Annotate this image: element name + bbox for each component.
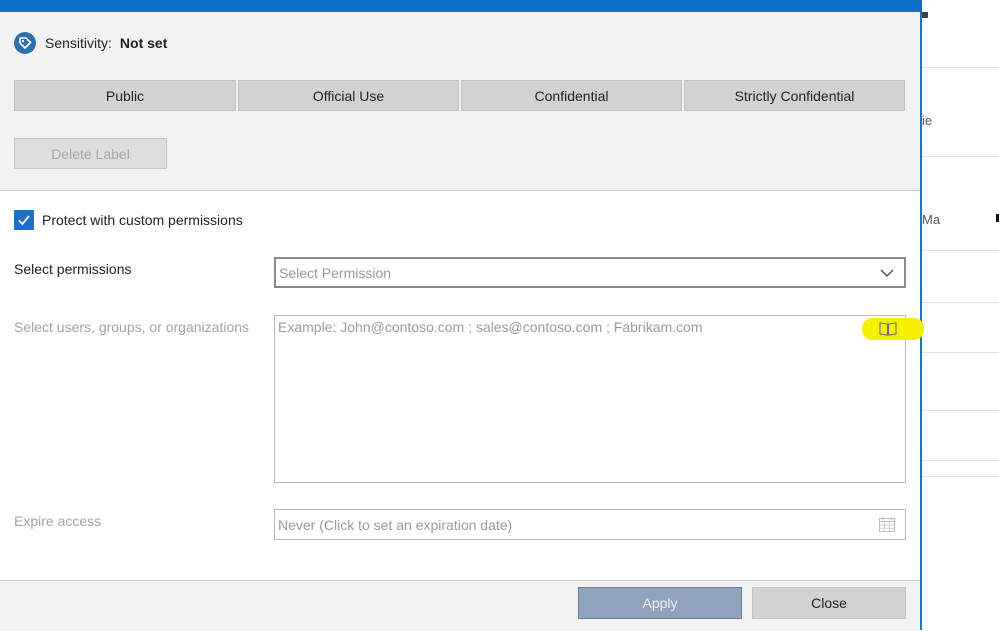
- expire-input[interactable]: Never (Click to set an expiration date): [274, 509, 906, 540]
- sensitivity-label: Sensitivity:: [45, 35, 112, 51]
- protect-row: Protect with custom permissions: [14, 210, 243, 230]
- calendar-icon[interactable]: [879, 517, 895, 532]
- background-divider: [922, 156, 999, 157]
- chevron-down-icon: [880, 269, 894, 277]
- title-bar: [0, 0, 922, 12]
- address-book-icon[interactable]: [879, 321, 897, 336]
- permissions-panel: Protect with custom permissions Select p…: [0, 190, 920, 581]
- close-button[interactable]: Close: [752, 587, 906, 619]
- background-divider: [922, 250, 999, 251]
- background-window: ie Ma: [922, 0, 999, 630]
- sensitivity-value: Not set: [119, 35, 168, 51]
- background-divider: [922, 352, 999, 353]
- background-divider: [922, 302, 999, 303]
- background-divider: [922, 410, 999, 411]
- users-input[interactable]: Example: John@contoso.com ; sales@contos…: [274, 315, 906, 483]
- select-permissions-label: Select permissions: [14, 261, 132, 277]
- apply-button[interactable]: Apply: [578, 587, 742, 619]
- delete-label-button[interactable]: Delete Label: [14, 138, 167, 169]
- permission-select[interactable]: Select Permission: [274, 257, 906, 288]
- background-dark-mark: [922, 12, 928, 18]
- protect-label[interactable]: Protect with custom permissions: [42, 212, 243, 228]
- expire-input-placeholder: Never (Click to set an expiration date): [278, 516, 513, 533]
- users-input-placeholder: Example: John@contoso.com ; sales@contos…: [278, 319, 703, 335]
- label-button-strictly-confidential[interactable]: Strictly Confidential: [684, 80, 905, 111]
- tag-icon: [14, 32, 36, 54]
- checkmark-icon: [18, 215, 30, 226]
- protect-checkbox[interactable]: [14, 210, 34, 230]
- background-divider: [922, 460, 999, 461]
- dialog-footer: Apply Close: [0, 580, 920, 631]
- background-divider: [922, 476, 999, 477]
- background-text-fragment: Ma: [922, 212, 941, 227]
- sensitivity-row: Sensitivity: Not set: [14, 31, 167, 55]
- background-text-fragment: ie: [922, 113, 933, 128]
- select-users-label: Select users, groups, or organizations: [14, 319, 250, 335]
- background-divider: [922, 67, 999, 68]
- permission-select-placeholder: Select Permission: [279, 264, 392, 281]
- label-button-confidential[interactable]: Confidential: [461, 80, 682, 111]
- label-button-official-use[interactable]: Official Use: [238, 80, 459, 111]
- label-button-public[interactable]: Public: [14, 80, 236, 111]
- expire-access-label: Expire access: [14, 513, 102, 529]
- sensitivity-dialog: Sensitivity: Not set Public Official Use…: [0, 0, 922, 631]
